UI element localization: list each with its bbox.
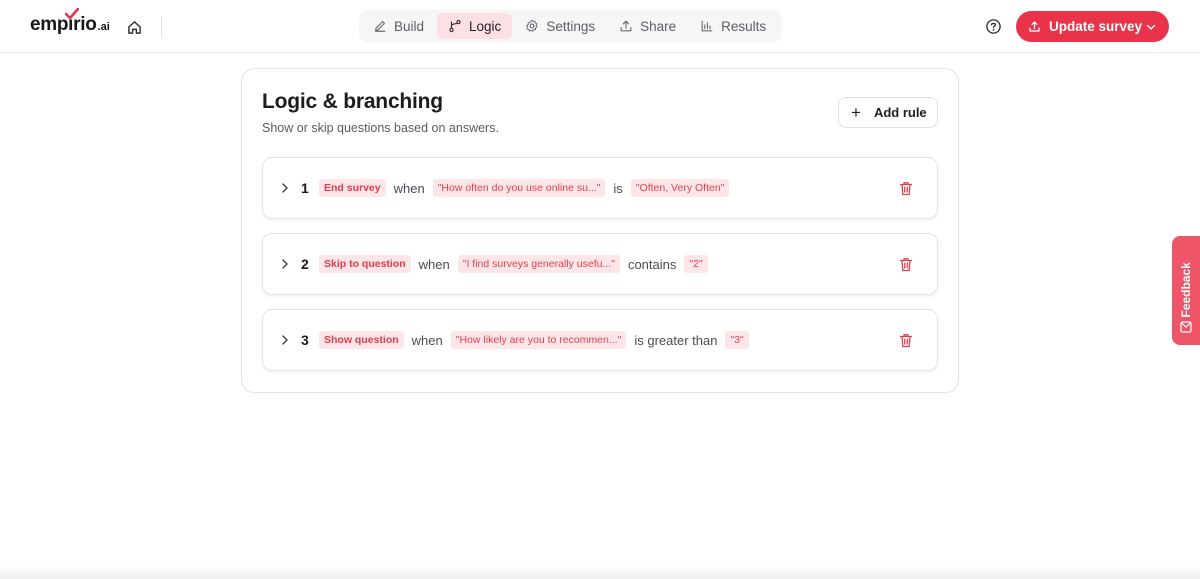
feedback-tab[interactable]: Feedback: [1172, 236, 1200, 345]
tab-settings-label: Settings: [546, 18, 596, 34]
feedback-label: Feedback: [1179, 261, 1193, 318]
rule-value-badge: "3": [725, 331, 749, 349]
home-button[interactable]: [124, 17, 144, 37]
trash-icon[interactable]: [899, 333, 913, 348]
upload-icon: [1029, 21, 1040, 32]
trash-icon[interactable]: [899, 181, 913, 196]
rule-action-badge: Skip to question: [319, 255, 411, 273]
add-rule-button[interactable]: + Add rule: [838, 97, 938, 128]
top-bar: empirio .ai Build Logic Settings Share R…: [0, 0, 1200, 53]
rule-when-text: when: [411, 332, 443, 348]
main-nav: Build Logic Settings Share Results: [359, 10, 783, 42]
bottom-shadow: [0, 565, 1200, 579]
rule-number: 3: [301, 332, 309, 348]
rule-row[interactable]: 3 Show question when "How likely are you…: [262, 309, 938, 371]
chevron-right-icon[interactable]: [279, 182, 291, 194]
rule-question-badge: "How likely are you to recommen...": [450, 331, 627, 349]
rule-action-badge: Show question: [319, 331, 404, 349]
tab-logic-label: Logic: [469, 18, 502, 34]
rule-row[interactable]: 2 Skip to question when "I find surveys …: [262, 233, 938, 295]
chevron-right-icon[interactable]: [279, 258, 291, 270]
tab-share[interactable]: Share: [608, 13, 687, 39]
rule-when-text: when: [393, 180, 425, 196]
logo-check-icon: [65, 8, 79, 20]
pencil-icon: [375, 21, 386, 32]
branch-icon: [449, 19, 461, 33]
rule-operator-text: is: [613, 180, 623, 196]
tab-logic[interactable]: Logic: [437, 13, 513, 39]
update-survey-label: Update survey: [1049, 19, 1143, 34]
rule-number: 2: [301, 256, 309, 272]
logo-tld: .ai: [97, 21, 110, 33]
rule-when-text: when: [418, 256, 450, 272]
home-icon: [127, 20, 141, 34]
logic-card: Logic & branching Show or skip questions…: [241, 68, 959, 393]
page-subtitle: Show or skip questions based on answers.: [262, 121, 499, 135]
rule-value-badge: "Often, Very Often": [630, 179, 730, 197]
page-title: Logic & branching: [262, 90, 443, 113]
chevron-down-icon[interactable]: [1146, 22, 1156, 32]
logo-wordmark: empirio: [30, 14, 97, 35]
mail-icon: [1180, 321, 1192, 333]
tab-results-label: Results: [721, 18, 767, 34]
add-rule-label: Add rule: [873, 105, 927, 120]
update-survey-button[interactable]: Update survey: [1016, 11, 1169, 42]
rule-row[interactable]: 1 End survey when "How often do you use …: [262, 157, 938, 219]
bar-chart-icon: [701, 20, 713, 32]
rule-operator-text: is greater than: [634, 332, 718, 348]
trash-icon[interactable]: [899, 257, 913, 272]
rule-value-badge: "2": [684, 255, 708, 273]
tab-build[interactable]: Build: [362, 13, 435, 39]
gear-icon: [526, 19, 538, 32]
plus-icon: +: [851, 103, 861, 122]
tab-results[interactable]: Results: [689, 13, 777, 39]
divider: [161, 16, 162, 38]
tab-settings[interactable]: Settings: [514, 13, 606, 39]
rule-operator-text: contains: [627, 256, 677, 272]
rule-action-badge: End survey: [319, 179, 386, 197]
help-icon[interactable]: [985, 18, 1002, 35]
tab-build-label: Build: [394, 18, 425, 34]
rule-question-badge: "I find surveys generally usefu...": [457, 255, 620, 273]
rule-number: 1: [301, 180, 309, 196]
logo[interactable]: empirio .ai: [30, 8, 110, 40]
rule-question-badge: "How often do you use online su...": [432, 179, 606, 197]
tab-share-label: Share: [640, 18, 677, 34]
upload-icon: [620, 20, 632, 32]
chevron-right-icon[interactable]: [279, 334, 291, 346]
